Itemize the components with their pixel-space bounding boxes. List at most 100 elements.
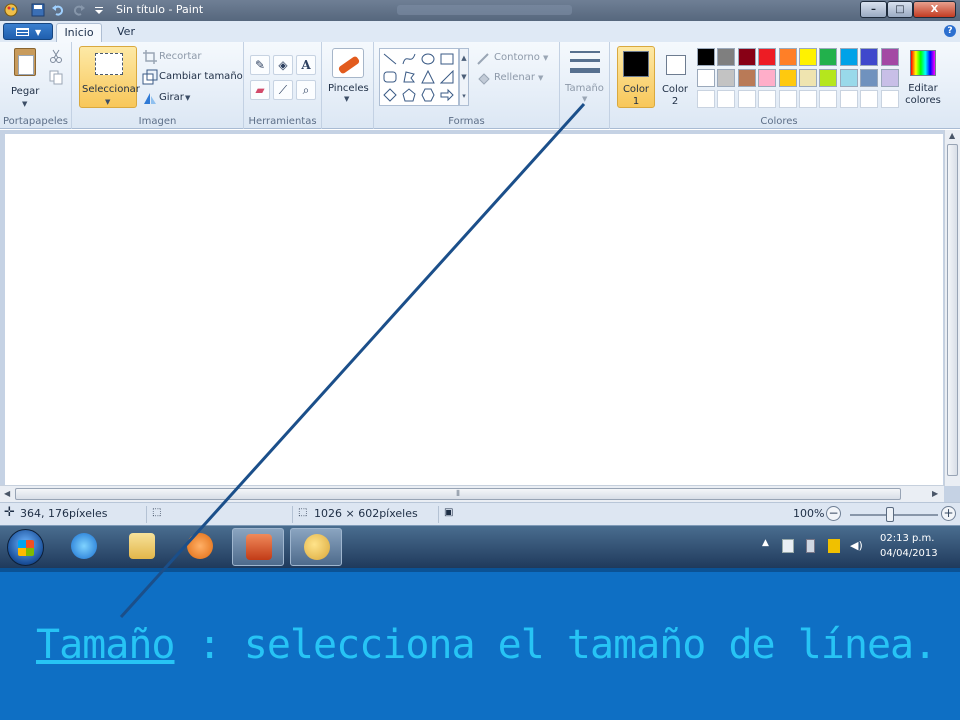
color-swatch[interactable] (758, 69, 777, 87)
color2-button[interactable]: Color 2 (656, 46, 694, 108)
vertical-scrollbar[interactable]: ▲ (944, 130, 960, 486)
color-swatch[interactable] (737, 69, 756, 87)
color-swatch[interactable] (839, 48, 858, 66)
polygon-shape-icon[interactable] (402, 70, 416, 84)
color-swatch[interactable] (839, 69, 858, 87)
maximize-button[interactable]: □ (887, 1, 913, 18)
copy-icon[interactable] (48, 69, 64, 85)
color-swatch[interactable] (880, 69, 899, 87)
color-swatch[interactable] (880, 48, 899, 66)
color-swatch[interactable] (737, 48, 756, 66)
color-swatch[interactable] (860, 90, 879, 108)
color-swatch[interactable] (737, 90, 756, 108)
scroll-right-icon[interactable]: ▶ (932, 489, 938, 498)
close-button[interactable]: X (913, 1, 956, 18)
undo-icon[interactable] (51, 3, 65, 17)
line-shape-icon[interactable] (383, 52, 397, 66)
zoom-slider[interactable] (850, 514, 938, 516)
brushes-button[interactable]: Pinceles ▼ (322, 42, 374, 110)
color1-button[interactable]: Color 1 (617, 46, 655, 108)
scroll-up-icon[interactable]: ▲ (949, 131, 955, 140)
arrow-shape-icon[interactable] (440, 88, 454, 102)
size-button[interactable]: Tamaño ▼ (560, 42, 610, 110)
text-tool-icon[interactable]: A (296, 55, 316, 75)
color-swatch[interactable] (717, 48, 736, 66)
triangle-shape-icon[interactable] (421, 70, 435, 84)
right-triangle-shape-icon[interactable] (440, 70, 454, 84)
start-button[interactable] (7, 529, 44, 566)
divider (146, 506, 147, 523)
zoom-slider-thumb[interactable] (886, 507, 894, 522)
pencil-icon[interactable]: ✎ (250, 55, 270, 75)
taskbar-file-explorer[interactable] (116, 528, 168, 566)
color-swatch[interactable] (778, 69, 797, 87)
clock[interactable]: 02:13 p.m. 04/04/2013 (880, 531, 938, 561)
customize-quick-access-icon[interactable] (92, 3, 106, 17)
color-swatch[interactable] (860, 69, 879, 87)
select-button[interactable]: Seleccionar ▼ (79, 46, 140, 108)
show-hidden-icons-icon[interactable]: ▲ (762, 538, 769, 548)
pentagon-shape-icon[interactable] (402, 88, 416, 102)
eraser-icon[interactable]: ▰ (250, 80, 270, 100)
color-swatch[interactable] (799, 48, 817, 66)
outline-button[interactable]: Contorno (494, 52, 540, 63)
taskbar-paint[interactable] (290, 528, 342, 566)
taskbar-media-player[interactable] (174, 528, 226, 566)
save-icon[interactable] (31, 3, 45, 17)
scroll-left-icon[interactable]: ◀ (4, 489, 10, 498)
network-icon[interactable] (828, 539, 840, 553)
hexagon-shape-icon[interactable] (421, 88, 435, 102)
color-swatch[interactable] (819, 69, 838, 87)
color-swatch[interactable] (839, 90, 858, 108)
cut-icon[interactable] (48, 48, 64, 64)
zoom-out-button[interactable]: − (826, 506, 841, 521)
color-picker-icon[interactable]: ⟋ (273, 80, 293, 100)
taskbar-powerpoint[interactable] (232, 528, 284, 566)
color-swatch[interactable] (717, 90, 736, 108)
rectangle-shape-icon[interactable] (440, 52, 454, 66)
crop-button[interactable]: Recortar (159, 51, 202, 62)
rotate-button[interactable]: Girar (159, 92, 184, 103)
fill-button[interactable]: Rellenar (494, 72, 535, 83)
color-swatch[interactable] (717, 69, 736, 87)
paint-app-icon[interactable] (4, 3, 18, 17)
taskbar-internet-explorer[interactable] (58, 528, 110, 566)
vertical-scroll-thumb[interactable] (947, 144, 958, 476)
color-swatch[interactable] (880, 90, 899, 108)
color-swatch[interactable] (799, 90, 817, 108)
horizontal-scrollbar[interactable]: ◀ ⦀ ▶ (0, 485, 944, 502)
color-swatch[interactable] (758, 90, 777, 108)
color-swatch[interactable] (819, 48, 838, 66)
tab-ver[interactable]: Ver (106, 23, 146, 42)
color-swatch[interactable] (819, 90, 838, 108)
edit-colors-button[interactable]: Editar colores (902, 46, 944, 112)
color-swatch[interactable] (860, 48, 879, 66)
fill-bucket-icon[interactable]: ◈ (273, 55, 293, 75)
oval-shape-icon[interactable] (421, 52, 435, 66)
tab-inicio[interactable]: Inicio (56, 23, 102, 42)
color-swatch[interactable] (758, 48, 777, 66)
diamond-shape-icon[interactable] (383, 88, 397, 102)
resize-button[interactable]: Cambiar tamaño (159, 71, 243, 82)
magnifier-icon[interactable]: ⌕ (296, 80, 316, 100)
curve-shape-icon[interactable] (402, 52, 416, 66)
help-icon[interactable]: ? (944, 25, 956, 37)
drawing-canvas[interactable] (5, 134, 943, 486)
color-swatch[interactable] (697, 90, 715, 108)
color-swatch[interactable] (697, 48, 715, 66)
paint-menu-button[interactable]: ▼ (3, 23, 53, 40)
minimize-button[interactable]: – (860, 1, 887, 18)
action-center-icon[interactable] (782, 539, 794, 553)
color-swatch[interactable] (697, 69, 715, 87)
horizontal-scroll-thumb[interactable]: ⦀ (15, 488, 901, 500)
rounded-rectangle-shape-icon[interactable] (383, 70, 397, 84)
shapes-gallery-scroll[interactable]: ▲ ▼ ▾ (459, 48, 469, 106)
color-swatch[interactable] (778, 48, 797, 66)
color-swatch[interactable] (799, 69, 817, 87)
battery-icon[interactable] (806, 539, 815, 553)
paste-button[interactable]: Pegar ▼ (4, 46, 44, 112)
color-swatch[interactable] (778, 90, 797, 108)
volume-icon[interactable]: ◀) (850, 539, 863, 553)
redo-icon[interactable] (72, 3, 86, 17)
zoom-in-button[interactable]: + (941, 506, 956, 521)
